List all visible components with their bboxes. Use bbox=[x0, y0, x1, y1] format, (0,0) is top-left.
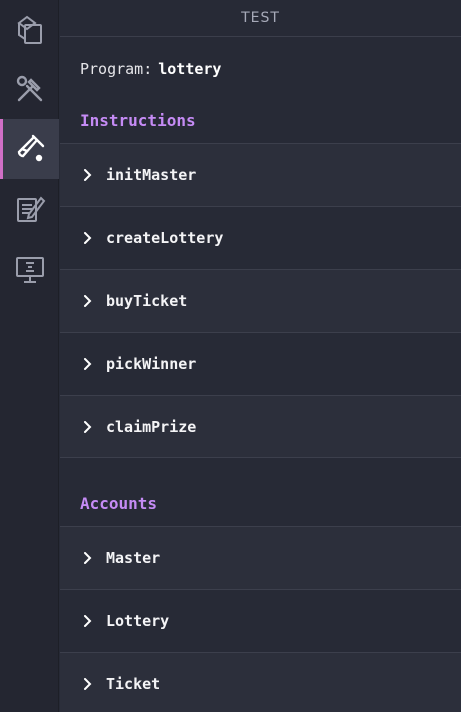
chevron-right-icon bbox=[84, 169, 92, 181]
account-item-lottery[interactable]: Lottery bbox=[60, 589, 461, 652]
activity-bar bbox=[0, 0, 59, 712]
test-panel: TEST Program: lottery Instructions initM… bbox=[60, 0, 461, 712]
panel-title: TEST bbox=[60, 0, 461, 37]
instruction-item-pickwinner[interactable]: pickWinner bbox=[60, 332, 461, 395]
account-item-ticket[interactable]: Ticket bbox=[60, 652, 461, 712]
instruction-label: initMaster bbox=[106, 166, 197, 184]
program-label: Program: bbox=[80, 60, 153, 78]
program-value: lottery bbox=[158, 60, 222, 78]
chevron-right-icon bbox=[84, 295, 92, 307]
chevron-right-icon bbox=[84, 232, 92, 244]
instruction-item-initmaster[interactable]: initMaster bbox=[60, 143, 461, 206]
chevron-right-icon bbox=[84, 358, 92, 370]
account-label: Master bbox=[106, 549, 161, 567]
instruction-label: createLottery bbox=[106, 229, 224, 247]
instructions-list: initMaster createLottery buyTicket pickW… bbox=[60, 143, 461, 458]
instruction-item-buyticket[interactable]: buyTicket bbox=[60, 269, 461, 332]
instruction-label: buyTicket bbox=[106, 292, 188, 310]
instruction-item-claimprize[interactable]: claimPrize bbox=[60, 395, 461, 458]
activity-deploy[interactable] bbox=[0, 239, 59, 299]
account-label: Ticket bbox=[106, 674, 161, 693]
edit-document-icon bbox=[16, 196, 45, 222]
instructions-heading: Instructions bbox=[80, 111, 196, 130]
test-tube-icon bbox=[17, 134, 44, 162]
chevron-right-icon bbox=[84, 552, 92, 564]
instruction-item-createlottery[interactable]: createLottery bbox=[60, 206, 461, 269]
deploy-monitor-icon bbox=[15, 257, 44, 283]
accounts-list: Master Lottery Ticket bbox=[60, 526, 461, 712]
account-item-master[interactable]: Master bbox=[60, 526, 461, 589]
instruction-label: pickWinner bbox=[106, 355, 197, 373]
accounts-heading: Accounts bbox=[80, 494, 158, 513]
chevron-right-icon bbox=[84, 615, 92, 627]
program-row: Program: lottery bbox=[60, 37, 461, 101]
tools-icon bbox=[16, 75, 42, 102]
files-icon bbox=[16, 15, 42, 44]
instruction-label: claimPrize bbox=[106, 417, 197, 436]
chevron-right-icon bbox=[84, 420, 92, 433]
account-label: Lottery bbox=[106, 612, 170, 630]
activity-build[interactable] bbox=[0, 59, 59, 119]
activity-files[interactable] bbox=[0, 0, 59, 60]
chevron-right-icon bbox=[84, 677, 92, 690]
activity-test[interactable] bbox=[0, 119, 59, 179]
activity-edit[interactable] bbox=[0, 179, 59, 239]
